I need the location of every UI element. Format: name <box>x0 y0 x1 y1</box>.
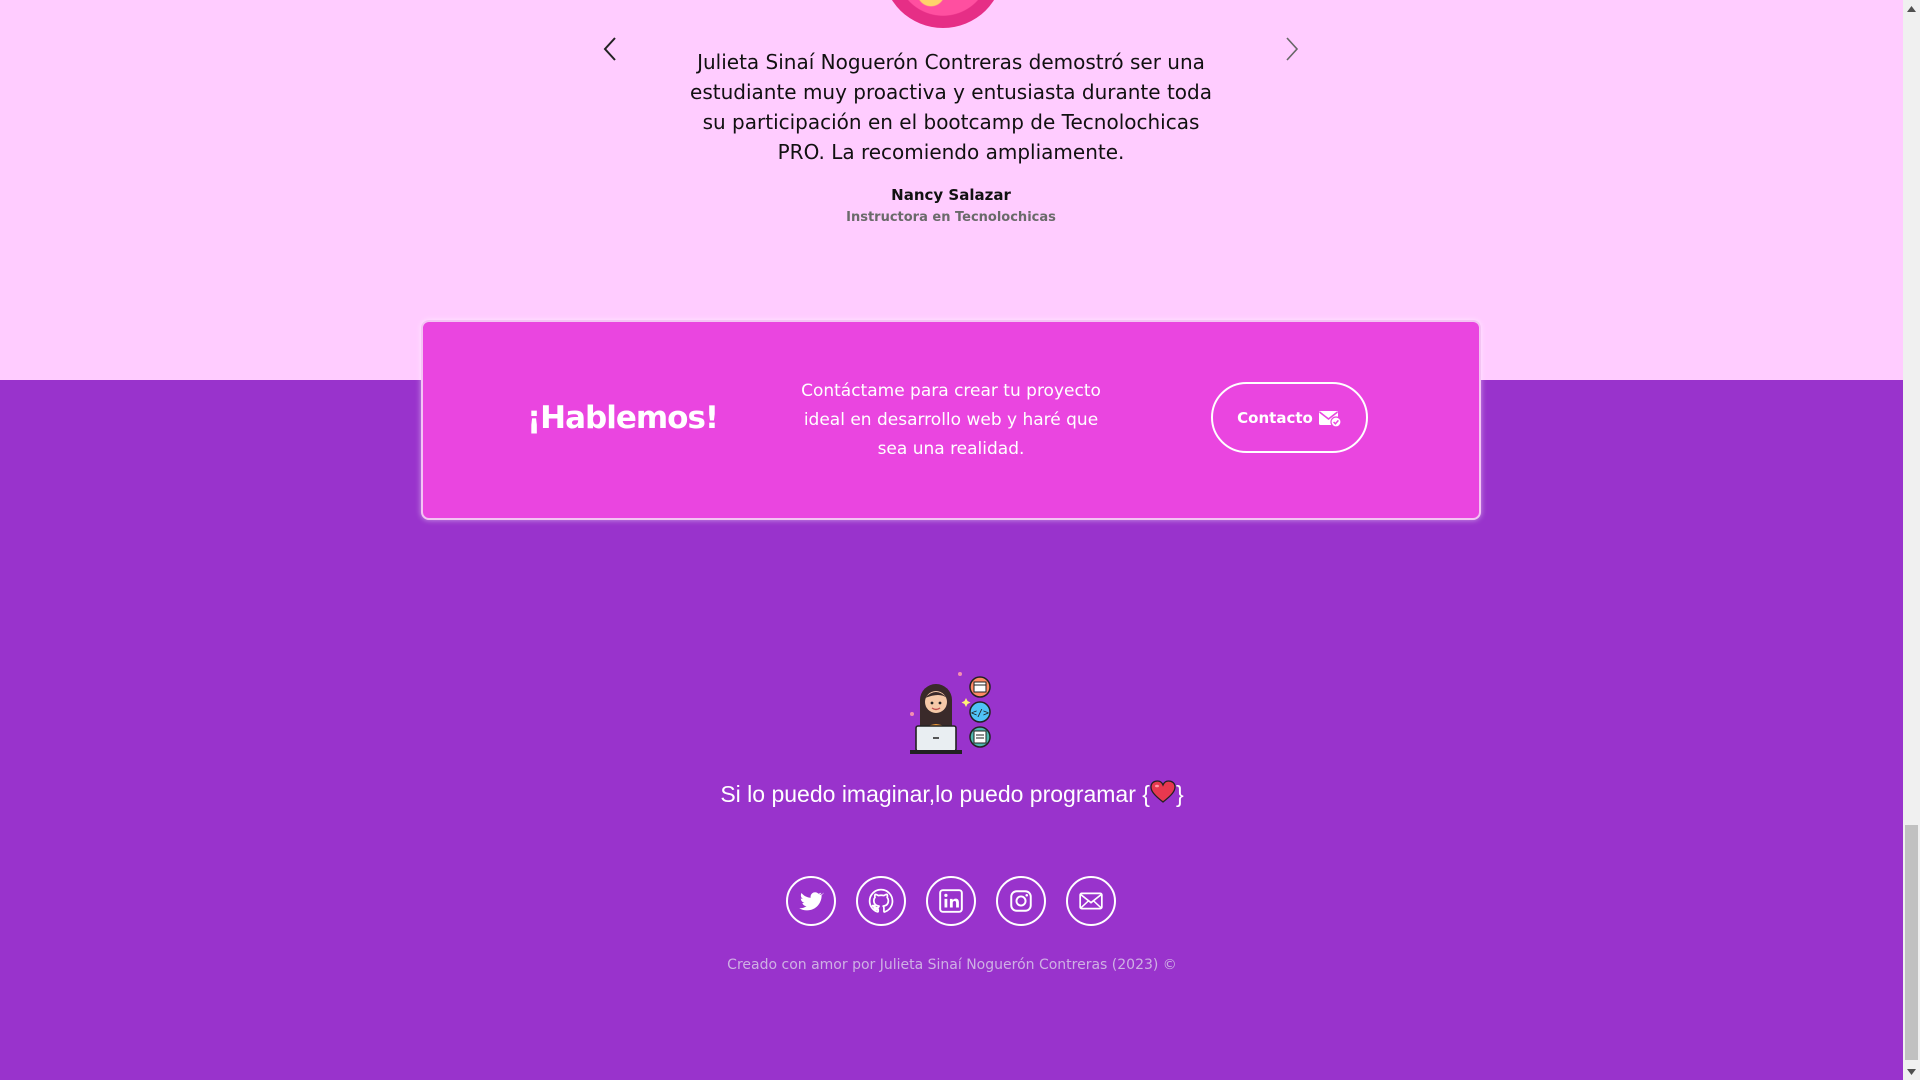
contact-button-label: Contacto <box>1237 408 1313 427</box>
github-icon <box>868 888 894 913</box>
instagram-link[interactable] <box>996 876 1046 926</box>
instagram-icon <box>1010 890 1032 912</box>
cta-title: ¡Hablemos! <box>527 400 719 436</box>
twitter-link[interactable] <box>786 876 836 926</box>
testimonial-quote: Julieta Sinaí Noguerón Contreras demostr… <box>690 50 1212 164</box>
testimonial-author-role: Instructora en Tecnolochicas <box>846 210 1056 225</box>
linkedin-link[interactable] <box>926 876 976 926</box>
scrollbar-thumb[interactable] <box>1905 825 1918 1060</box>
tagline-suffix: } <box>1175 781 1184 807</box>
tagline: Si lo puedo imaginar,lo puedo programar … <box>600 780 1304 808</box>
cta-text: Contáctame para crear tu proyecto ideal … <box>801 381 1101 459</box>
heart-icon <box>1150 780 1176 803</box>
carousel-next-button[interactable] <box>1275 32 1309 66</box>
triangle-up-icon <box>1907 5 1916 12</box>
scroll-up-button[interactable] <box>1903 0 1920 17</box>
footer-credit: Creado con amor por Julieta Sinaí Noguer… <box>727 957 1177 973</box>
tagline-prefix: Si lo puedo imaginar,lo puedo programar … <box>720 781 1150 807</box>
contact-button[interactable]: Contacto <box>1211 382 1368 453</box>
testimonial-avatar <box>883 0 1003 28</box>
chevron-right-icon <box>1286 37 1299 61</box>
vertical-scrollbar[interactable] <box>1903 0 1920 1080</box>
contact-cta-card: ¡Hablemos! Contáctame para crear tu proy… <box>421 320 1481 520</box>
svg-text:</>: </> <box>971 708 989 719</box>
chevron-left-icon <box>603 37 616 61</box>
mail-check-icon <box>1318 410 1342 428</box>
triangle-down-icon <box>1907 1068 1916 1075</box>
page: Julieta Sinaí Noguerón Contreras demostr… <box>0 0 1903 1080</box>
social-links <box>786 876 1116 926</box>
testimonial-author: Nancy Salazar <box>891 186 1011 204</box>
github-link[interactable] <box>856 876 906 926</box>
mail-icon <box>1079 892 1103 910</box>
linkedin-icon <box>939 889 963 913</box>
carousel-prev-button[interactable] <box>595 32 629 66</box>
email-link[interactable] <box>1066 876 1116 926</box>
developer-illustration: </> <box>910 672 991 754</box>
twitter-icon <box>799 892 824 911</box>
scroll-down-button[interactable] <box>1903 1063 1920 1080</box>
